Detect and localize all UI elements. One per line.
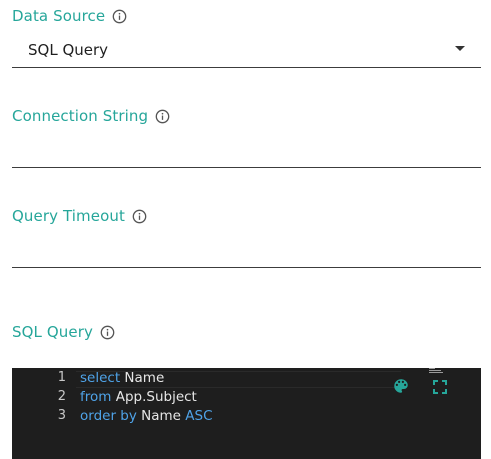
sql-keyword: select [80, 370, 121, 386]
query-timeout-input[interactable] [12, 236, 481, 266]
query-timeout-field: Query Timeout [12, 206, 481, 268]
line-number-gutter: 1 2 3 [12, 368, 76, 459]
data-source-field: Data Source SQL Query [12, 6, 481, 68]
info-circle-icon[interactable] [112, 9, 127, 24]
info-circle-icon[interactable] [100, 325, 115, 340]
info-circle-icon[interactable] [155, 109, 170, 124]
sql-query-field: SQL Query [12, 322, 481, 342]
caret-down-icon[interactable] [455, 46, 465, 51]
data-source-form: Data Source SQL Query Connection String … [0, 0, 491, 459]
sql-identifier: Name [120, 370, 165, 386]
code-line[interactable]: order by Name ASC [80, 408, 213, 424]
code-line[interactable]: from App.Subject [80, 389, 197, 405]
sql-keyword: from [80, 389, 112, 405]
palette-icon[interactable] [392, 377, 410, 395]
sql-query-editor[interactable]: 1 2 3 select Name from App.Subject order… [12, 368, 481, 459]
data-source-label-row: Data Source [12, 6, 481, 26]
sql-identifier: Name [136, 408, 186, 424]
connection-string-field: Connection String [12, 106, 481, 168]
fullscreen-icon[interactable] [432, 379, 448, 395]
info-circle-icon[interactable] [132, 209, 147, 224]
line-number: 2 [57, 389, 66, 404]
line-number: 3 [57, 408, 66, 423]
connection-string-input[interactable] [12, 136, 481, 166]
sql-keyword: ASC [185, 408, 213, 424]
data-source-select[interactable]: SQL Query [12, 34, 481, 66]
data-source-selected-value: SQL Query [28, 41, 109, 59]
editor-minimap[interactable] [429, 368, 443, 374]
connection-string-underline [12, 167, 481, 168]
line-number: 1 [57, 370, 66, 385]
query-timeout-label: Query Timeout [12, 207, 125, 225]
sql-keyword: order by [80, 408, 137, 424]
sql-identifier: App.Subject [111, 389, 197, 405]
connection-string-label: Connection String [12, 107, 149, 125]
query-timeout-underline [12, 267, 481, 268]
query-timeout-label-row: Query Timeout [12, 206, 481, 226]
data-source-label: Data Source [12, 7, 106, 25]
data-source-underline [12, 67, 481, 68]
code-line[interactable]: select Name [80, 370, 164, 386]
connection-string-label-row: Connection String [12, 106, 481, 126]
sql-query-label-row: SQL Query [12, 322, 481, 342]
sql-query-label: SQL Query [12, 323, 93, 341]
